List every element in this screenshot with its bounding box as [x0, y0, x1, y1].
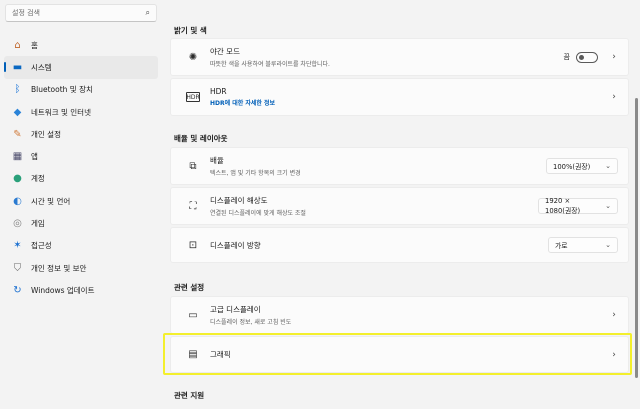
- sun-icon: ✺: [188, 51, 198, 63]
- sidebar-item-7[interactable]: ◐ 시간 및 언어: [4, 190, 158, 212]
- sidebar-item-label: 앱: [31, 152, 38, 162]
- sidebar-item-label: 접근성: [31, 241, 52, 251]
- account-icon: ●: [13, 173, 22, 185]
- sidebar-item-9[interactable]: ✶ 접근성: [4, 235, 158, 257]
- resolution-title: 디스플레이 해상도: [210, 196, 268, 205]
- advanced-display-card[interactable]: ▭ 고급 디스플레이 디스플레이 정보, 새로 고침 빈도 ›: [170, 296, 629, 334]
- system-icon: ▬: [12, 61, 23, 73]
- sidebar-item-label: 계정: [31, 174, 45, 184]
- night-mode-toggle-label: 끔: [563, 53, 570, 61]
- chevron-down-icon: ⌄: [605, 241, 611, 249]
- resolution-dropdown[interactable]: 1920 × 1080(권장) ⌄: [538, 197, 618, 215]
- globe-icon: ◐: [13, 195, 22, 207]
- sidebar-item-2[interactable]: ᛒ Bluetooth 및 장치: [4, 79, 158, 101]
- scale-dropdown[interactable]: 100%(권장) ⌄: [546, 158, 618, 174]
- orientation-dropdown[interactable]: 가로 ⌄: [548, 237, 618, 253]
- scrollbar[interactable]: [635, 98, 638, 378]
- chevron-down-icon: ⌄: [605, 162, 611, 170]
- chevron-right-icon[interactable]: ›: [604, 52, 624, 62]
- orientation-card[interactable]: ⊡ 디스플레이 방향 가로 ⌄: [170, 227, 629, 263]
- sidebar-item-label: 개인 정보 및 보안: [31, 263, 87, 273]
- graphics-card[interactable]: ▤ 그래픽 ›: [170, 336, 629, 373]
- sidebar-item-1[interactable]: ▬ 시스템: [4, 56, 158, 79]
- hdr-title: HDR: [210, 87, 227, 96]
- sidebar-item-label: Bluetooth 및 장치: [31, 85, 93, 95]
- scale-value: 100%(권장): [553, 163, 591, 171]
- hdr-info-link[interactable]: HDR에 대한 자세한 정보: [210, 98, 604, 107]
- hdr-card[interactable]: HDR HDR HDR에 대한 자세한 정보 ›: [170, 78, 629, 116]
- advanced-display-sub: 디스플레이 정보, 새로 고침 빈도: [210, 319, 292, 326]
- section-title-support: 관련 지원: [174, 391, 205, 400]
- orientation-icon: ⊡: [188, 239, 198, 251]
- night-mode-title: 야간 모드: [210, 47, 240, 56]
- sidebar-item-4[interactable]: ✎ 개인 설정: [4, 123, 158, 145]
- sidebar-nav: ⌂ 홈 ▬ 시스템 ᛒ Bluetooth 및 장치 ◆ 네트워크 및 인터넷 ✎ 개인 설정 ▦ 앱…: [4, 34, 158, 302]
- sidebar-item-label: Windows 업데이트: [31, 285, 95, 295]
- resolution-sub: 연결된 디스플레이에 맞게 해상도 조절: [210, 210, 306, 217]
- night-mode-toggle[interactable]: [576, 51, 598, 63]
- graphics-icon: ▤: [188, 349, 198, 360]
- chevron-right-icon[interactable]: ›: [604, 92, 624, 102]
- sidebar-item-10[interactable]: ⛉ 개인 정보 및 보안: [4, 257, 158, 279]
- resolution-card[interactable]: ⛶ 디스플레이 해상도 연결된 디스플레이에 맞게 해상도 조절 1920 × …: [170, 187, 629, 225]
- scale-title: 배율: [210, 156, 224, 165]
- search-box[interactable]: ⌕: [5, 4, 157, 22]
- main-content: 밝기 및 색 ✺ 야간 모드 따뜻한 색을 사용하여 블루라이트를 차단합니다.…: [164, 0, 634, 409]
- sidebar-item-5[interactable]: ▦ 앱: [4, 145, 158, 167]
- bluetooth-icon: ᛒ: [14, 84, 21, 96]
- search-input[interactable]: [12, 9, 146, 17]
- monitor-icon: ▭: [188, 309, 198, 321]
- resolution-value: 1920 × 1080(권장): [545, 197, 581, 215]
- sidebar: ⌕ ⌂홈▬시스템ᛒBluetooth 및 장치◆네트워크 및 인터넷✎개인 설정…: [0, 0, 164, 409]
- section-title-brightness: 밝기 및 색: [174, 26, 207, 35]
- section-title-layout: 배율 및 레이아웃: [174, 134, 228, 143]
- graphics-title: 그래픽: [210, 350, 231, 359]
- sidebar-item-3[interactable]: ◆ 네트워크 및 인터넷: [4, 101, 158, 123]
- advanced-display-title: 고급 디스플레이: [210, 305, 261, 314]
- sidebar-item-6[interactable]: ● 계정: [4, 168, 158, 190]
- home-icon: ⌂: [14, 39, 21, 51]
- update-icon: ↻: [13, 284, 22, 296]
- sidebar-item-label: 게임: [31, 219, 45, 229]
- sidebar-item-label: 홈: [31, 40, 38, 50]
- sidebar-item-label: 시스템: [31, 62, 52, 72]
- wifi-icon: ◆: [13, 106, 22, 118]
- scale-icon: ⧉: [189, 160, 197, 172]
- sidebar-item-label: 시간 및 언어: [31, 196, 71, 206]
- sidebar-item-8[interactable]: ◎ 게임: [4, 212, 158, 234]
- brush-icon: ✎: [13, 128, 22, 140]
- gamepad-icon: ◎: [13, 218, 22, 230]
- sidebar-item-label: 네트워크 및 인터넷: [31, 107, 91, 117]
- apps-icon: ▦: [12, 151, 23, 163]
- scale-card[interactable]: ⧉ 배율 텍스트, 앱 및 기타 항목의 크기 변경 100%(권장) ⌄: [170, 147, 629, 185]
- night-mode-sub: 따뜻한 색을 사용하여 블루라이트를 차단합니다.: [210, 61, 330, 68]
- hdr-icon: HDR: [186, 92, 200, 102]
- night-mode-card[interactable]: ✺ 야간 모드 따뜻한 색을 사용하여 블루라이트를 차단합니다. 끔 ›: [170, 38, 629, 76]
- chevron-right-icon[interactable]: ›: [604, 350, 624, 360]
- sidebar-item-0[interactable]: ⌂ 홈: [4, 34, 158, 56]
- scale-sub: 텍스트, 앱 및 기타 항목의 크기 변경: [210, 170, 301, 177]
- search-icon[interactable]: ⌕: [146, 8, 150, 18]
- orientation-value: 가로: [555, 242, 568, 250]
- chevron-right-icon[interactable]: ›: [604, 310, 624, 320]
- orientation-title: 디스플레이 방향: [210, 240, 261, 250]
- section-title-related: 관련 설정: [174, 283, 205, 292]
- sidebar-item-label: 개인 설정: [31, 129, 61, 139]
- shield-icon: ⛉: [13, 262, 22, 274]
- sidebar-item-11[interactable]: ↻ Windows 업데이트: [4, 279, 158, 301]
- accessibility-icon: ✶: [13, 240, 22, 252]
- chevron-down-icon: ⌄: [605, 202, 611, 210]
- resolution-icon: ⛶: [189, 200, 197, 212]
